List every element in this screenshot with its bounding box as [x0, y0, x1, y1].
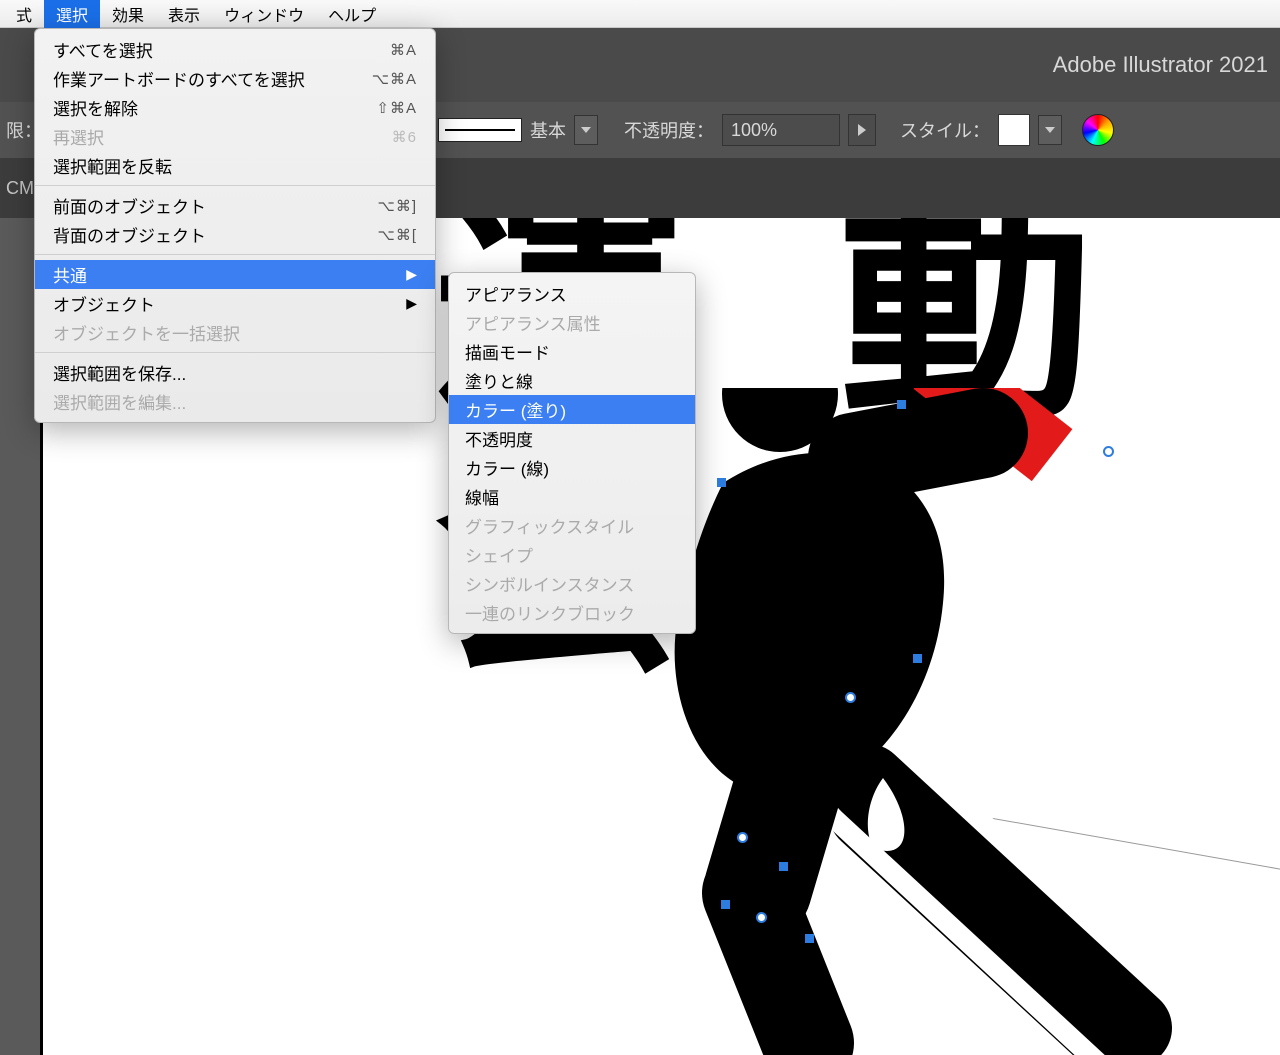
anchor-handle[interactable] — [1103, 446, 1114, 457]
menu-shortcut: ⇧⌘A — [376, 99, 417, 117]
menubar-item[interactable]: ヘルプ — [316, 0, 388, 28]
submenu-item-link-block: 一連のリンクブロック — [449, 598, 695, 627]
menu-item-label: シンボルインスタンス — [465, 571, 634, 596]
menu-item-next-below[interactable]: 背面のオブジェクト ⌥⌘[ — [35, 220, 435, 249]
menu-item-select-all[interactable]: すべてを選択 ⌘A — [35, 35, 435, 64]
style-label: スタイル： — [900, 117, 990, 143]
menubar-item[interactable]: ウィンドウ — [212, 0, 316, 28]
menu-item-label: 作業アートボードのすべてを選択 — [53, 66, 305, 91]
menu-item-next-above[interactable]: 前面のオブジェクト ⌥⌘] — [35, 191, 435, 220]
menu-shortcut: ⌥⌘[ — [378, 226, 417, 244]
menu-item-inverse[interactable]: 選択範囲を反転 — [35, 151, 435, 180]
menu-item-label: アピアランス属性 — [465, 310, 601, 335]
menu-item-deselect[interactable]: 選択を解除 ⇧⌘A — [35, 93, 435, 122]
menu-item-label: カラー (塗り) — [465, 397, 566, 422]
submenu-same: アピアランス アピアランス属性 描画モード 塗りと線 カラー (塗り) 不透明度… — [448, 272, 696, 634]
submenu-item-blend-mode[interactable]: 描画モード — [449, 337, 695, 366]
anchor-point[interactable] — [897, 400, 906, 409]
menu-item-label: 選択範囲を保存... — [53, 360, 186, 385]
submenu-item-appearance-attr: アピアランス属性 — [449, 308, 695, 337]
submenu-item-stroke-weight[interactable]: 線幅 — [449, 482, 695, 511]
menu-item-label: 線幅 — [465, 484, 499, 509]
menu-separator — [35, 254, 435, 255]
submenu-item-opacity[interactable]: 不透明度 — [449, 424, 695, 453]
opacity-dropdown[interactable] — [848, 114, 876, 146]
menu-item-select-artboard[interactable]: 作業アートボードのすべてを選択 ⌥⌘A — [35, 64, 435, 93]
menu-shortcut: ⌘6 — [392, 128, 417, 146]
menu-item-label: アピアランス — [465, 281, 567, 306]
menubar-item[interactable]: 効果 — [100, 0, 156, 28]
submenu-item-shape: シェイプ — [449, 540, 695, 569]
anchor-handle[interactable] — [737, 832, 748, 843]
menubar-item[interactable]: 式 — [4, 0, 44, 28]
stroke-preview[interactable] — [438, 118, 522, 142]
submenu-item-fill-color[interactable]: カラー (塗り) — [449, 395, 695, 424]
menu-item-label: オブジェクトを一括選択 — [53, 320, 240, 345]
stroke-label: 基本 — [530, 117, 566, 143]
chevron-down-icon — [1045, 127, 1055, 133]
anchor-point[interactable] — [721, 900, 730, 909]
chevron-right-icon — [858, 124, 866, 136]
menu-item-label: 不透明度 — [465, 426, 533, 451]
menu-item-object[interactable]: オブジェクト ▶ — [35, 289, 435, 318]
menu-item-label: 一連のリンクブロック — [465, 600, 635, 625]
menu-item-edit-selection: 選択範囲を編集... — [35, 387, 435, 416]
stroke-dropdown[interactable] — [574, 115, 598, 145]
menu-item-label: カラー (線) — [465, 455, 549, 480]
anchor-point[interactable] — [779, 862, 788, 871]
opacity-label: 不透明度： — [624, 117, 714, 143]
menu-item-reselect: 再選択 ⌘6 — [35, 122, 435, 151]
style-swatch[interactable] — [998, 114, 1030, 146]
anchor-point[interactable] — [805, 934, 814, 943]
opacity-value: 100% — [731, 120, 777, 141]
submenu-item-appearance[interactable]: アピアランス — [449, 279, 695, 308]
anchor-handle[interactable] — [756, 912, 767, 923]
pictogram-svg — [613, 388, 1280, 1055]
chevron-down-icon — [581, 127, 591, 133]
menu-item-label: 描画モード — [465, 339, 550, 364]
menu-item-save-selection[interactable]: 選択範囲を保存... — [35, 358, 435, 387]
submenu-arrow-icon: ▶ — [406, 266, 417, 283]
submenu-item-fill-stroke[interactable]: 塗りと線 — [449, 366, 695, 395]
anchor-point[interactable] — [717, 478, 726, 487]
menu-item-label: 塗りと線 — [465, 368, 533, 393]
tab-label-fragment: CM — [6, 178, 34, 199]
app-title: Adobe Illustrator 2021 — [1053, 52, 1268, 78]
menu-select: すべてを選択 ⌘A 作業アートボードのすべてを選択 ⌥⌘A 選択を解除 ⇧⌘A … — [34, 28, 436, 423]
submenu-item-symbol-instance: シンボルインスタンス — [449, 569, 695, 598]
menu-item-label: シェイプ — [465, 542, 533, 567]
menu-item-same[interactable]: 共通 ▶ — [35, 260, 435, 289]
anchor-handle[interactable] — [845, 692, 856, 703]
menu-item-global-edit: オブジェクトを一括選択 — [35, 318, 435, 347]
menu-item-label: 前面のオブジェクト — [53, 193, 206, 218]
menu-item-label: 背面のオブジェクト — [53, 222, 206, 247]
menubar-item-select[interactable]: 選択 — [44, 0, 100, 28]
menu-item-label: 選択範囲を反転 — [53, 153, 172, 178]
menu-item-label: 選択を解除 — [53, 95, 138, 120]
menubar-item[interactable]: 表示 — [156, 0, 212, 28]
menu-separator — [35, 352, 435, 353]
style-dropdown[interactable] — [1038, 115, 1062, 145]
menu-item-label: すべてを選択 — [53, 37, 153, 62]
menu-item-label: 選択範囲を編集... — [53, 389, 186, 414]
menu-item-label: オブジェクト — [53, 291, 155, 316]
menu-shortcut: ⌘A — [390, 41, 417, 59]
menubar: 式 選択 効果 表示 ウィンドウ ヘルプ — [0, 0, 1280, 28]
submenu-arrow-icon: ▶ — [406, 295, 417, 312]
color-wheel-icon[interactable] — [1082, 114, 1114, 146]
submenu-item-graphic-style: グラフィックスタイル — [449, 511, 695, 540]
pictogram-runner[interactable] — [613, 388, 1280, 1055]
anchor-point[interactable] — [913, 654, 922, 663]
opacity-input[interactable]: 100% — [722, 114, 840, 146]
menu-item-label: 再選択 — [53, 124, 104, 149]
menu-separator — [35, 185, 435, 186]
menu-item-label: 共通 — [53, 262, 87, 287]
menu-shortcut: ⌥⌘A — [372, 70, 417, 88]
submenu-item-stroke-color[interactable]: カラー (線) — [449, 453, 695, 482]
menu-shortcut: ⌥⌘] — [378, 197, 417, 215]
menu-item-label: グラフィックスタイル — [465, 513, 634, 538]
